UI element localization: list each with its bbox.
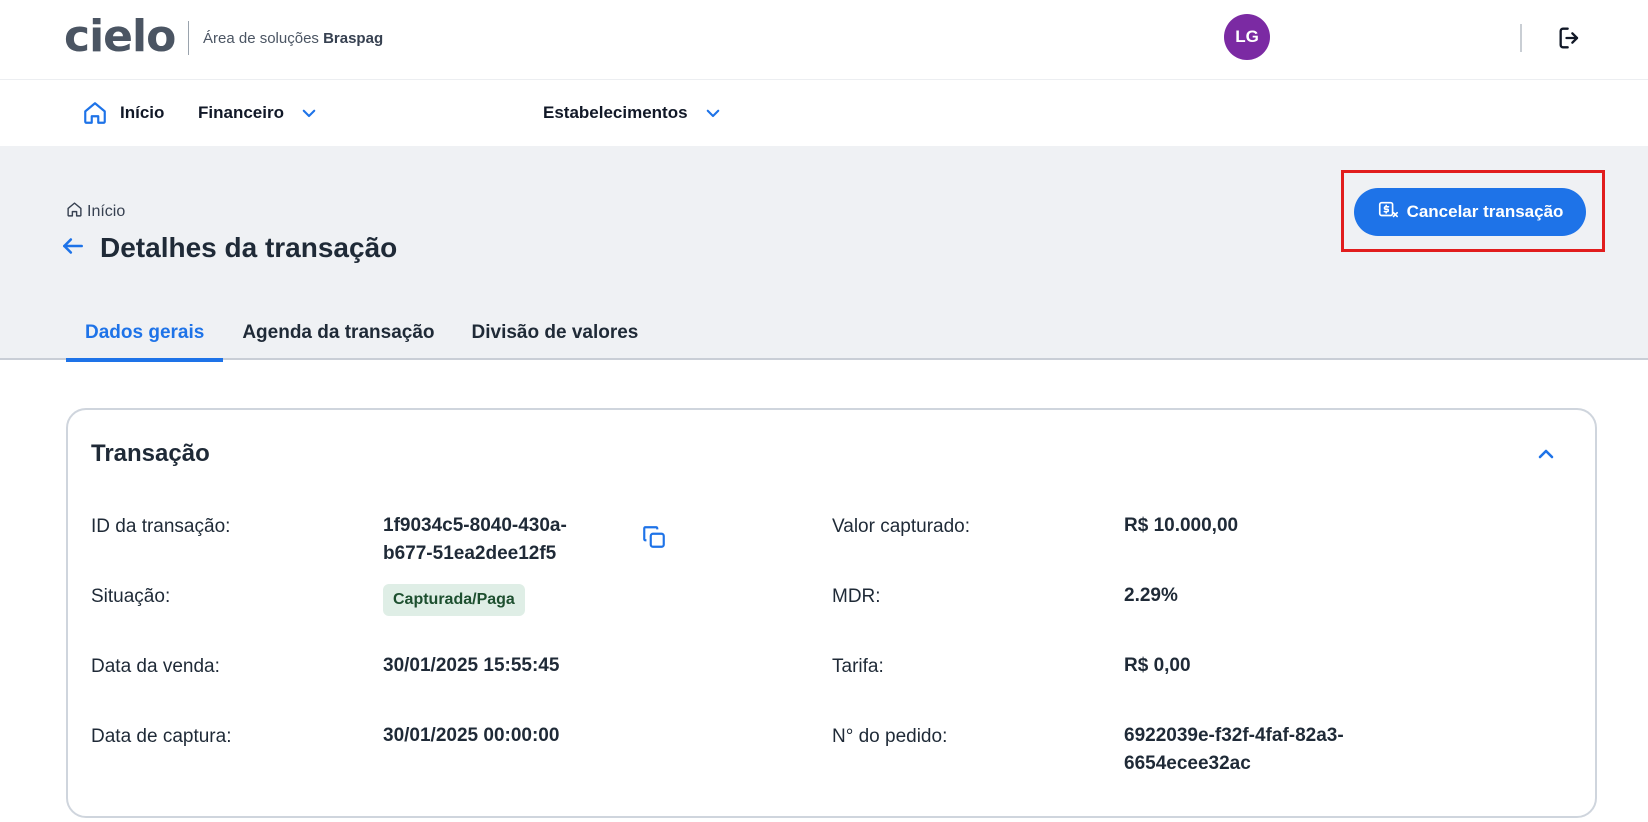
home-icon: [66, 201, 83, 223]
order-number-line2: 6654ecee32ac: [1124, 753, 1251, 774]
card-title: Transação: [91, 440, 210, 467]
avatar[interactable]: LG: [1224, 14, 1270, 60]
tab-transaction-schedule[interactable]: Agenda da transação: [242, 306, 434, 360]
status-badge: Capturada/Paga: [383, 584, 525, 616]
tab-bar: Dados gerais Agenda da transação Divisão…: [66, 306, 639, 362]
copy-icon[interactable]: [641, 524, 667, 550]
tab-general-data[interactable]: Dados gerais: [66, 308, 224, 362]
back-arrow-icon[interactable]: [60, 233, 86, 264]
nav-finance[interactable]: Financeiro: [198, 80, 318, 146]
order-number-value: 6922039e-f32f-4faf-82a3- 6654ecee32ac: [1124, 722, 1344, 778]
transaction-id-label: ID da transação:: [91, 516, 231, 537]
breadcrumb[interactable]: Início: [66, 201, 125, 223]
transaction-id-line2: b677-51ea2dee12f5: [383, 543, 557, 564]
nav-home-label: Início: [120, 103, 165, 122]
cancel-transaction-button[interactable]: Cancelar transação: [1354, 188, 1586, 236]
chevron-down-icon: [300, 104, 318, 122]
fee-label: Tarifa:: [832, 656, 884, 677]
tab-value-split[interactable]: Divisão de valores: [472, 306, 639, 360]
transaction-id-value: 1f9034c5-8040-430a- b677-51ea2dee12f5: [383, 512, 567, 568]
transaction-id-line1: 1f9034c5-8040-430a-: [383, 515, 567, 536]
cielo-logo[interactable]: cielo: [64, 11, 176, 62]
mdr-label: MDR:: [832, 586, 881, 607]
status-label: Situação:: [91, 586, 171, 607]
nav-establishments-label: Estabelecimentos: [543, 103, 688, 122]
logo-subtitle: Área de soluções Braspag: [203, 30, 383, 47]
logo-text: cielo: [64, 11, 176, 62]
order-number-line1: 6922039e-f32f-4faf-82a3-: [1124, 725, 1344, 746]
transaction-card: Transação ID da transação: 1f9034c5-8040…: [66, 408, 1597, 818]
captured-amount-label: Valor capturado:: [832, 516, 971, 537]
logo-divider: [188, 21, 189, 55]
breadcrumb-home[interactable]: Início: [87, 203, 125, 221]
capture-date-value: 30/01/2025 00:00:00: [383, 725, 560, 746]
cancel-money-icon: [1377, 199, 1399, 226]
sale-date-label: Data da venda:: [91, 656, 220, 677]
page-header: Início Detalhes da transação Cancelar tr…: [0, 146, 1648, 362]
chevron-down-icon: [704, 104, 722, 122]
home-icon: [82, 100, 108, 126]
top-header: cielo Área de soluções Braspag LG: [0, 0, 1648, 80]
sale-date-value: 30/01/2025 15:55:45: [383, 655, 560, 676]
title-row: Detalhes da transação: [60, 232, 397, 264]
chevron-up-icon[interactable]: [1534, 442, 1558, 466]
nav-finance-label: Financeiro: [198, 103, 284, 122]
nav-establishments[interactable]: Estabelecimentos: [543, 80, 722, 146]
logout-icon[interactable]: [1556, 24, 1584, 52]
fee-value: R$ 0,00: [1124, 655, 1191, 676]
logo-subtitle-prefix: Área de soluções: [203, 30, 319, 47]
header-divider: [1520, 24, 1522, 52]
nav-home[interactable]: Início: [82, 80, 164, 146]
logo-subtitle-brand: Braspag: [323, 30, 384, 47]
page-title: Detalhes da transação: [100, 232, 398, 263]
main-nav: Início Financeiro Estabelecimentos: [0, 80, 1648, 146]
cancel-transaction-label: Cancelar transação: [1406, 202, 1564, 221]
mdr-value: 2.29%: [1124, 585, 1178, 606]
order-number-label: N° do pedido:: [832, 726, 948, 747]
captured-amount-value: R$ 10.000,00: [1124, 515, 1239, 536]
capture-date-label: Data de captura:: [91, 726, 232, 747]
